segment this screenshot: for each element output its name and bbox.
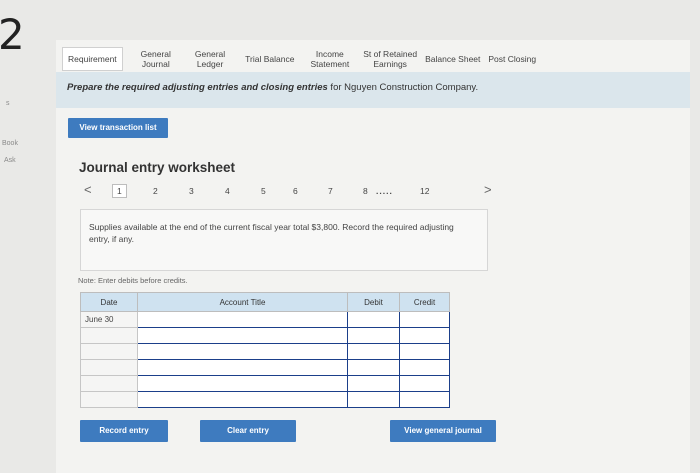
page-3[interactable]: 3 bbox=[189, 186, 194, 196]
header-date: Date bbox=[80, 292, 138, 312]
question-number: 2 bbox=[0, 10, 25, 59]
date-cell[interactable] bbox=[80, 375, 138, 392]
credit-input[interactable] bbox=[399, 343, 450, 360]
table-row bbox=[80, 391, 450, 408]
credit-input[interactable] bbox=[399, 311, 450, 328]
page-7[interactable]: 7 bbox=[328, 186, 333, 196]
side-mark: s bbox=[6, 100, 10, 107]
date-cell[interactable]: June 30 bbox=[80, 311, 138, 328]
pager: 1 2 3 4 5 6 7 8 ..... 12 bbox=[80, 184, 500, 202]
tab-income-statement[interactable]: Income Statement bbox=[306, 49, 353, 69]
account-title-input[interactable] bbox=[137, 391, 348, 408]
instructions-bold: Prepare the required adjusting entries a… bbox=[67, 82, 328, 93]
page-8[interactable]: 8 bbox=[363, 186, 368, 196]
tab-general-ledger[interactable]: General Ledger bbox=[191, 49, 229, 69]
side-ask-label[interactable]: Ask bbox=[4, 157, 16, 164]
debit-input[interactable] bbox=[347, 391, 400, 408]
pager-ellipsis: ..... bbox=[376, 186, 393, 196]
tab-retained-earnings[interactable]: St of Retained Earnings bbox=[359, 49, 421, 69]
account-title-input[interactable] bbox=[137, 375, 348, 392]
account-title-input[interactable] bbox=[137, 311, 348, 328]
debit-input[interactable] bbox=[347, 311, 400, 328]
header-debit: Debit bbox=[347, 292, 400, 312]
page-5[interactable]: 5 bbox=[261, 186, 266, 196]
tab-requirement[interactable]: Requirement bbox=[62, 47, 123, 71]
instructions-rest: for Nguyen Construction Company. bbox=[327, 82, 479, 93]
worksheet-title: Journal entry worksheet bbox=[79, 160, 236, 175]
page-6[interactable]: 6 bbox=[293, 186, 298, 196]
instructions: Prepare the required adjusting entries a… bbox=[67, 82, 478, 93]
header-account-title: Account Title bbox=[137, 292, 348, 312]
tab-bar: Requirement General Journal General Ledg… bbox=[62, 44, 582, 74]
credit-input[interactable] bbox=[399, 359, 450, 376]
note-text: Note: Enter debits before credits. bbox=[78, 276, 188, 285]
date-cell[interactable] bbox=[80, 343, 138, 360]
credit-input[interactable] bbox=[399, 375, 450, 392]
debit-input[interactable] bbox=[347, 327, 400, 344]
account-title-input[interactable] bbox=[137, 343, 348, 360]
table-row bbox=[80, 327, 450, 344]
page-4[interactable]: 4 bbox=[225, 186, 230, 196]
tab-trial-balance[interactable]: Trial Balance bbox=[241, 54, 298, 64]
table-row bbox=[80, 343, 450, 360]
account-title-input[interactable] bbox=[137, 359, 348, 376]
date-cell[interactable] bbox=[80, 391, 138, 408]
next-page-icon[interactable]: > bbox=[484, 182, 492, 197]
page-1[interactable]: 1 bbox=[112, 184, 127, 198]
header-credit: Credit bbox=[399, 292, 450, 312]
tab-post-closing[interactable]: Post Closing bbox=[484, 54, 540, 64]
table-row: June 30 bbox=[80, 311, 450, 328]
journal-table: Date Account Title Debit Credit June 30 bbox=[80, 292, 450, 408]
account-title-input[interactable] bbox=[137, 327, 348, 344]
view-general-journal-button[interactable]: View general journal bbox=[390, 420, 496, 442]
table-row bbox=[80, 359, 450, 376]
clear-entry-button[interactable]: Clear entry bbox=[200, 420, 296, 442]
view-transaction-list-button[interactable]: View transaction list bbox=[68, 118, 168, 138]
tab-general-journal[interactable]: General Journal bbox=[137, 49, 175, 69]
date-cell[interactable] bbox=[80, 327, 138, 344]
table-row bbox=[80, 375, 450, 392]
page-12[interactable]: 12 bbox=[420, 186, 429, 196]
debit-input[interactable] bbox=[347, 375, 400, 392]
credit-input[interactable] bbox=[399, 327, 450, 344]
transaction-description: Supplies available at the end of the cur… bbox=[89, 222, 454, 244]
credit-input[interactable] bbox=[399, 391, 450, 408]
side-book-label[interactable]: Book bbox=[2, 140, 18, 147]
page-2[interactable]: 2 bbox=[153, 186, 158, 196]
tab-balance-sheet[interactable]: Balance Sheet bbox=[421, 54, 484, 64]
record-entry-button[interactable]: Record entry bbox=[80, 420, 168, 442]
date-cell[interactable] bbox=[80, 359, 138, 376]
debit-input[interactable] bbox=[347, 359, 400, 376]
debit-input[interactable] bbox=[347, 343, 400, 360]
